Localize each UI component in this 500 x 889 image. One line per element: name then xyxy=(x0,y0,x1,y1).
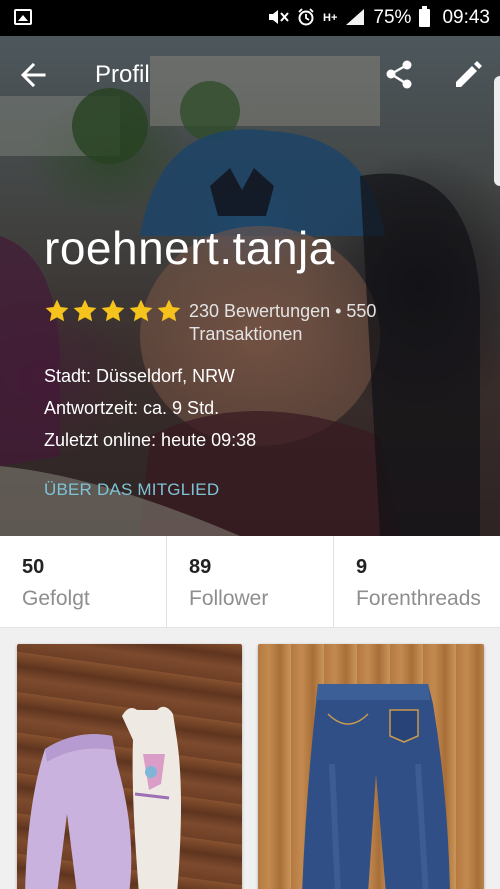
ratings-summary[interactable]: 230 Bewertungen • 550 Transaktionen xyxy=(189,300,409,346)
pencil-icon xyxy=(456,61,482,87)
username: roehnert.tanja xyxy=(44,222,335,274)
star-icon xyxy=(129,299,153,322)
mute-icon xyxy=(267,9,289,28)
network-type: H+ xyxy=(323,11,338,24)
listing-photo-jeans xyxy=(302,684,450,889)
city-info: Stadt: Düsseldorf, NRW xyxy=(44,366,235,386)
status-bar: H+ 75% 09:43 xyxy=(0,0,500,36)
rating-stars xyxy=(44,298,182,324)
listing-card[interactable] xyxy=(17,644,242,889)
stat-count: 89 xyxy=(189,556,212,578)
response-time-info: Antwortzeit: ca. 9 Std. xyxy=(44,398,220,418)
stat-following[interactable]: 50 Gefolgt xyxy=(0,536,166,627)
share-icon xyxy=(386,60,412,89)
gallery-notification-icon xyxy=(14,9,32,25)
alarm-icon xyxy=(297,7,315,29)
stat-label: Follower xyxy=(189,587,269,610)
battery-icon xyxy=(419,6,431,27)
battery-percent: 75% xyxy=(373,7,412,28)
arrow-left-icon xyxy=(20,62,46,88)
signal-icon xyxy=(345,8,365,29)
stat-count: 9 xyxy=(356,556,368,578)
star-icon xyxy=(101,299,125,322)
page-title: Profil xyxy=(95,61,150,88)
app-bar: Profil xyxy=(0,36,500,112)
about-member-link[interactable]: ÜBER DAS MITGLIED xyxy=(44,480,219,500)
edit-profile-button[interactable] xyxy=(450,58,484,92)
stat-count: 50 xyxy=(22,556,45,578)
clock: 09:43 xyxy=(442,7,490,28)
share-button[interactable] xyxy=(383,58,417,92)
back-button[interactable] xyxy=(16,58,50,92)
listing-photo-clothes xyxy=(25,706,181,889)
listing-grid xyxy=(0,644,500,889)
last-online-info: Zuletzt online: heute 09:38 xyxy=(44,430,257,450)
star-icon xyxy=(45,299,69,322)
listing-card[interactable] xyxy=(258,644,484,889)
stat-label: Gefolgt xyxy=(22,587,90,610)
profile-stats: 50 Gefolgt 89 Follower 9 Forenthreads xyxy=(0,536,500,628)
star-icon xyxy=(157,299,181,322)
stat-followers[interactable]: 89 Follower xyxy=(166,536,333,627)
star-icon xyxy=(73,299,97,322)
stat-label: Forenthreads xyxy=(356,587,481,610)
stat-forum-threads[interactable]: 9 Forenthreads xyxy=(333,536,500,627)
